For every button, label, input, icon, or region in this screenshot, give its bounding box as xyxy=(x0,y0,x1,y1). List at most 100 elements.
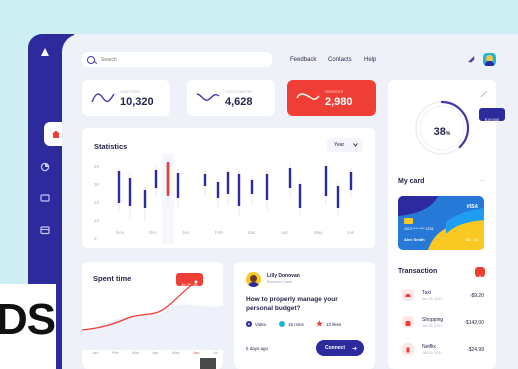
transaction-name: Taxi xyxy=(422,290,431,296)
stat-card-customers: Customers 4,628 xyxy=(187,80,275,116)
transaction-amount: -$24.99 xyxy=(467,347,484,353)
home-icon xyxy=(52,130,60,138)
stat-value: 4,628 xyxy=(225,96,253,108)
statistics-card: Statistics Year 50 30 10 10 0 Nov Dec Jan Feb Mar… xyxy=(82,128,375,248)
stat-label: Orders xyxy=(325,89,344,94)
time-ago: 5 days ago xyxy=(246,346,269,351)
transaction-date: Jan 20, 2021 xyxy=(422,351,443,355)
author-role: Business Coach xyxy=(267,280,293,284)
x-tick: Nov xyxy=(116,230,125,235)
y-tick: 10 xyxy=(94,218,100,223)
x-tick: Jan xyxy=(182,230,190,235)
progress-unit: % xyxy=(445,131,451,137)
article-card: Lilly Donovan Business Coach How to prop… xyxy=(234,262,375,369)
wallet-icon[interactable] xyxy=(40,225,50,235)
transaction-date: Jan 22, 2021 xyxy=(422,324,443,328)
message-icon[interactable] xyxy=(40,193,50,203)
x-tick: Feb xyxy=(215,230,223,235)
avatar[interactable] xyxy=(483,53,496,66)
bar xyxy=(298,184,302,208)
transaction-name: Netflix xyxy=(422,344,436,350)
bar xyxy=(176,173,180,198)
transaction-amount: -$142,00 xyxy=(464,320,484,326)
star-icon xyxy=(316,320,323,327)
balance-tag: $19,600 xyxy=(479,108,505,122)
add-transaction-button[interactable]: + xyxy=(475,267,485,282)
nav-help[interactable]: Help xyxy=(364,57,376,63)
spent-time-x-axis: Jan Feb Mar Apr May Jun Jul xyxy=(92,350,218,355)
nav-contacts[interactable]: Contacts xyxy=(328,57,352,63)
nav-feedback[interactable]: Feedback xyxy=(290,57,316,63)
bar xyxy=(143,190,147,208)
author-avatar xyxy=(246,272,261,287)
x-tick: Dec xyxy=(149,230,158,235)
connect-button[interactable]: Connect xyxy=(316,340,364,356)
shopping-bag-icon xyxy=(402,316,414,328)
pie-chart-icon[interactable] xyxy=(40,162,50,172)
more-icon[interactable]: ·· xyxy=(480,176,485,185)
search-input[interactable] xyxy=(99,55,263,64)
my-card-title: My card xyxy=(398,178,425,185)
stat-label: Visitors xyxy=(120,89,141,94)
card-holder: Alex Smith xyxy=(404,237,425,242)
bar xyxy=(203,174,207,186)
x-tick-active: Jun xyxy=(193,350,200,355)
meta-video: Video xyxy=(255,322,267,327)
x-tick: Apr xyxy=(281,230,289,235)
x-tick: May xyxy=(314,230,323,235)
stat-card-orders: Orders 2,980 xyxy=(287,80,376,116)
visa-logo: VISA xyxy=(466,204,478,210)
trend-line-icon xyxy=(91,93,115,103)
plus-icon: + xyxy=(477,273,483,282)
bar xyxy=(117,171,121,203)
stat-value: 2,980 xyxy=(325,96,353,108)
clock-icon xyxy=(279,321,285,327)
bar xyxy=(226,172,230,194)
y-tick: 0 xyxy=(94,236,97,241)
stat-label: Customers xyxy=(225,89,253,94)
balance-tag-value: $19,600 xyxy=(484,117,500,122)
y-tick: 30 xyxy=(94,182,100,187)
statistics-chart: 50 30 10 10 0 Nov Dec Jan Feb Mar Apr May Jun xyxy=(94,154,355,244)
connect-label: Connect xyxy=(325,345,345,351)
bar xyxy=(336,186,340,208)
transaction-name: Shopping xyxy=(422,317,444,323)
chip-icon xyxy=(404,218,413,224)
logo-icon xyxy=(41,48,49,56)
progress-card: 38% xyxy=(388,80,496,168)
transactions-card: Transaction + Taxi Jan 23, 2021 -$9,20 S… xyxy=(388,260,496,369)
x-tick: Jan xyxy=(92,350,99,355)
netflix-icon xyxy=(402,343,414,355)
x-tick: Mar xyxy=(132,350,140,355)
progress-value: 38 xyxy=(433,126,446,138)
trend-line-icon xyxy=(196,93,220,102)
taxi-icon xyxy=(402,289,414,301)
search-bar[interactable] xyxy=(82,52,272,67)
transaction-date: Jan 23, 2021 xyxy=(422,297,443,301)
edit-icon[interactable] xyxy=(480,90,488,98)
card-expiry: 08 / 24 xyxy=(465,237,478,242)
bar xyxy=(128,178,132,206)
stat-value: 10,320 xyxy=(120,96,154,108)
bar xyxy=(265,174,269,200)
spent-time-card: Spent time 4h 26min Jan Feb Mar Apr May … xyxy=(82,262,223,369)
author-name: Lilly Donovan xyxy=(267,273,300,279)
bank-card[interactable]: VISA Alex Smith 4313 **** **** 1234 08 /… xyxy=(398,196,484,250)
x-tick: Mar xyxy=(248,230,256,235)
bar xyxy=(216,182,220,198)
x-tick: Apr xyxy=(152,350,159,355)
article-title[interactable]: How to properly manage your personal bud… xyxy=(246,295,361,313)
meta-duration: 15 mins xyxy=(288,322,304,327)
arrow-right-icon xyxy=(352,346,357,351)
my-card-section: My card ·· VISA Alex Smith 4313 **** ***… xyxy=(388,168,496,260)
y-tick: 10 xyxy=(94,200,100,205)
y-tick: 50 xyxy=(94,164,100,169)
play-icon xyxy=(246,321,252,327)
stat-card-visitors: Visitors 10,320 xyxy=(82,80,170,116)
search-icon xyxy=(87,55,95,64)
bar xyxy=(250,180,254,194)
bar-highlighted xyxy=(166,162,170,196)
settings-icon[interactable] xyxy=(467,55,476,64)
bar xyxy=(349,172,353,190)
meta-likes: 12 likes xyxy=(326,322,342,327)
